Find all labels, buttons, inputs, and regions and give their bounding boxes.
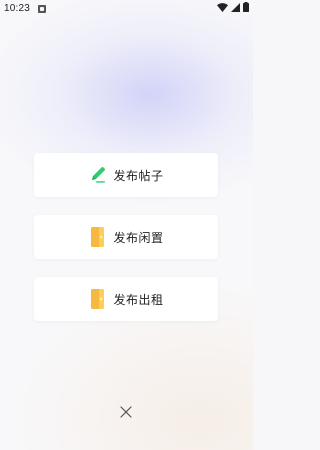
status-bar: 10:23 [0,0,253,18]
publish-idle-label: 发布闲置 [113,230,164,245]
publish-post-button[interactable]: 发布帖子 [34,153,218,197]
status-icons [217,2,249,12]
publish-rent-label: 发布出租 [113,292,164,307]
app-notification-icon [38,5,46,13]
door-icon [88,227,108,247]
signal-icon [231,2,240,12]
publish-idle-button[interactable]: 发布闲置 [34,215,218,259]
close-icon [120,406,132,418]
battery-icon [243,2,249,12]
wifi-icon [217,2,228,12]
pencil-icon [88,165,108,185]
status-time: 10:23 [4,3,31,14]
close-button[interactable] [117,403,135,421]
publish-post-label: 发布帖子 [113,168,164,183]
door-icon [88,289,108,309]
publish-rent-button[interactable]: 发布出租 [34,277,218,321]
